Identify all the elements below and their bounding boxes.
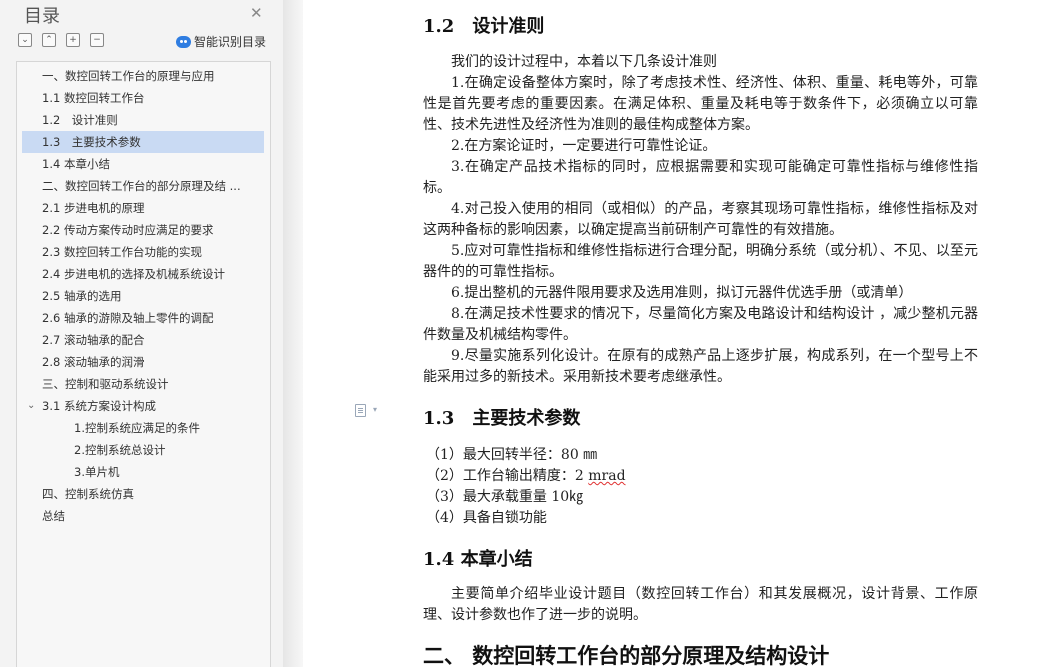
toc-item[interactable]: 四、控制系统仿真 [22,483,264,505]
smart-toc-button[interactable]: 智能识别目录 [176,33,266,50]
paragraph: 1.在确定设备整体方案时，除了考虑技术性、经济性、体积、重量、耗电等外，可靠性是… [423,75,978,133]
expand-button[interactable]: + [66,33,80,47]
collapse-all-button[interactable]: ⌄ [18,33,32,47]
toc-item[interactable]: 2.控制系统总设计 [22,439,264,461]
document-icon[interactable] [355,404,366,417]
spellcheck-word: mrad [588,468,626,484]
toc-item[interactable]: ⌄ 3.1 系统方案设计构成 [22,395,264,417]
paragraph: 主要简单介绍毕业设计题目（数控回转工作台）和其发展概况，设计背景、工作原理、设计… [423,586,978,623]
toc-item[interactable]: 总结 [22,505,264,527]
shrink-button[interactable]: − [90,33,104,47]
page-gutter [283,0,303,667]
toc-item[interactable]: 三、控制和驱动系统设计 [22,373,264,395]
navigation-pane: 目录 ✕ ⌄ ⌃ + − 智能识别目录 一、数控回转工作台的原理与应用 1.1 … [0,0,283,667]
paragraph: 我们的设计过程中，本着以下几条设计准则 [451,54,717,70]
dropdown-arrow-icon[interactable]: ▾ [373,405,377,414]
toc-item[interactable]: 2.8 滚动轴承的润滑 [22,351,264,373]
toc-item[interactable]: 1.控制系统应满足的条件 [22,417,264,439]
paragraph: 8.在满足技术性要求的情况下，尽量简化方案及电路设计和结构设计 ，减少整机元器件… [423,306,978,343]
toc-item[interactable]: 2.5 轴承的选用 [22,285,264,307]
param-line: （3）最大承载重量 10㎏ [426,489,584,505]
summary-body: 主要简单介绍毕业设计题目（数控回转工作台）和其发展概况，设计背景、工作原理、设计… [423,584,978,626]
heading-1-2: 1.2 设计准则 [423,16,545,37]
paragraph: 3.在确定产品技术指标的同时，应根据需要和实现可能确定可靠性指标与维修性指标。 [423,159,978,196]
param-line: （1）最大回转半径：80 ㎜ [426,447,598,463]
toc-item[interactable]: 2.2 传动方案传动时应满足的要求 [22,219,264,241]
paragraph: 4.对己投入使用的相同（或相似）的产品，考察其现场可靠性指标，维修性指标及对这两… [423,201,978,238]
toc-item[interactable]: 2.1 步进电机的原理 [22,197,264,219]
design-criteria-body: 我们的设计过程中，本着以下几条设计准则 1.在确定设备整体方案时，除了考虑技术性… [423,52,978,388]
toc-item[interactable]: 一、数控回转工作台的原理与应用 [22,65,264,87]
sidebar-title: 目录 [24,6,60,27]
toc-item[interactable]: 2.6 轴承的游隙及轴上零件的调配 [22,307,264,329]
ai-robot-icon [176,36,191,48]
chevron-down-icon[interactable]: ⌄ [27,395,35,417]
toc-item[interactable]: 3.单片机 [22,461,264,483]
toc-item[interactable]: 1.1 数控回转工作台 [22,87,264,109]
heading-chapter-2: 二、 数控回转工作台的部分原理及结构设计 [423,643,830,668]
toc-item[interactable]: 1.2 设计准则 [22,109,264,131]
toc-item[interactable]: 2.3 数控回转工作台功能的实现 [22,241,264,263]
toc-item[interactable]: 2.7 滚动轴承的配合 [22,329,264,351]
heading-1-4: 1.4 本章小结 [423,549,533,570]
paragraph: 5.应对可靠性指标和维修性指标进行合理分配，明确分系统（或分机）、不见、以至元器… [423,243,978,280]
smart-toc-label: 智能识别目录 [194,35,267,49]
param-line: （2）工作台输出精度：2 mrad [426,468,626,484]
paragraph: 2.在方案论证时，一定要进行可靠性论证。 [451,138,717,154]
toc-item-active[interactable]: 1.3 主要技术参数 [22,131,264,153]
collapse-level-button[interactable]: ⌃ [42,33,56,47]
close-icon[interactable]: ✕ [250,4,263,22]
toc-list: 一、数控回转工作台的原理与应用 1.1 数控回转工作台 1.2 设计准则 1.3… [16,61,271,667]
toc-item[interactable]: 1.4 本章小结 [22,153,264,175]
toc-item[interactable]: 2.4 步进电机的选择及机械系统设计 [22,263,264,285]
heading-1-3: 1.3 主要技术参数 [423,408,581,429]
toc-item[interactable]: 二、数控回转工作台的部分原理及结 ... [22,175,264,197]
param-line: （4）具备自锁功能 [426,510,547,526]
paragraph: 6.提出整机的元器件限用要求及选用准则，拟订元器件优选手册（或清单） [451,285,913,301]
paragraph: 9.尽量实施系列化设计。在原有的成熟产品上逐步扩展，构成系列，在一个型号上不能采… [423,348,978,385]
